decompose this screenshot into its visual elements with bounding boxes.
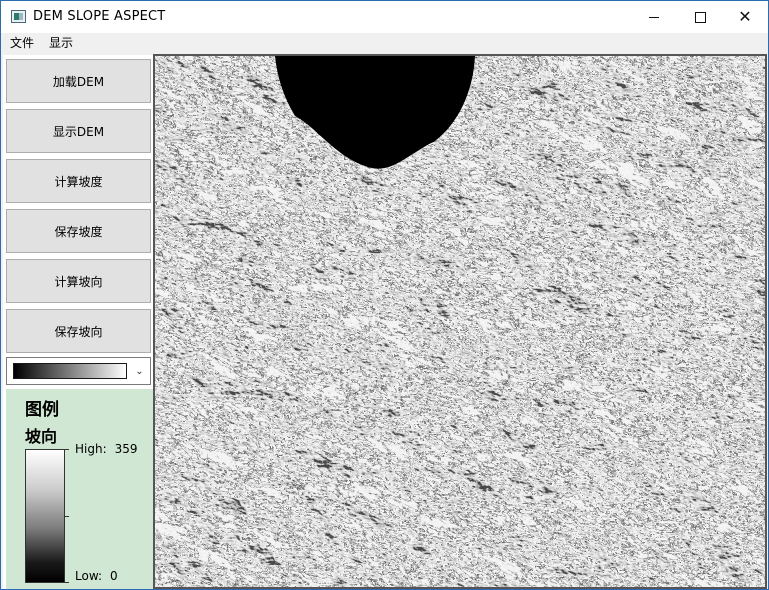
maximize-icon [694, 11, 706, 23]
legend-low-value: 0 [110, 569, 118, 583]
color-ramp-select[interactable]: ⌄ [6, 357, 151, 385]
calc-aspect-button[interactable]: 计算坡向 [6, 259, 151, 303]
legend-color-ramp [25, 449, 65, 583]
window-title: DEM SLOPE ASPECT [33, 9, 166, 24]
legend-tick-high [65, 449, 69, 450]
minimize-button[interactable] [631, 1, 677, 33]
calc-slope-button[interactable]: 计算坡度 [6, 159, 151, 203]
app-window-icon [11, 10, 26, 23]
legend-high-label: High: [75, 442, 107, 456]
map-canvas[interactable] [153, 54, 767, 589]
menu-bar: 文件 显示 [1, 33, 768, 53]
load-dem-button[interactable]: 加载DEM [6, 59, 151, 103]
close-icon: ✕ [738, 7, 752, 26]
save-aspect-button[interactable]: 保存坡向 [6, 309, 151, 353]
legend-tick-low [65, 582, 69, 583]
aspect-raster-image [155, 56, 765, 587]
maximize-button[interactable] [677, 1, 723, 33]
app-window: DEM SLOPE ASPECT ✕ 文件 显示 加载DEM 显示DEM 计算坡… [0, 0, 769, 590]
close-button[interactable]: ✕ [722, 1, 768, 33]
legend-title: 图例 [25, 400, 59, 420]
menu-file[interactable]: 文件 [1, 33, 40, 53]
legend-low-label: Low: [75, 569, 103, 583]
control-panel: 加载DEM 显示DEM 计算坡度 保存坡度 计算坡向 保存坡向 ⌄ 图例 坡向 … [3, 55, 153, 589]
legend-high-value: 359 [114, 442, 138, 456]
legend-layer-name: 坡向 [25, 427, 58, 446]
title-bar: DEM SLOPE ASPECT ✕ [1, 1, 768, 33]
raster-grain [155, 56, 765, 587]
legend-tick-mid [65, 516, 69, 517]
legend-low: Low: 0 [75, 569, 118, 583]
color-ramp-swatch [13, 363, 127, 379]
legend-high: High: 359 [75, 442, 138, 456]
show-dem-button[interactable]: 显示DEM [6, 109, 151, 153]
save-slope-button[interactable]: 保存坡度 [6, 209, 151, 253]
minimize-icon [649, 16, 659, 18]
chevron-down-icon[interactable]: ⌄ [131, 362, 148, 380]
legend-panel: 图例 坡向 High: 359 Low: 0 [6, 389, 153, 589]
menu-view[interactable]: 显示 [40, 33, 79, 53]
